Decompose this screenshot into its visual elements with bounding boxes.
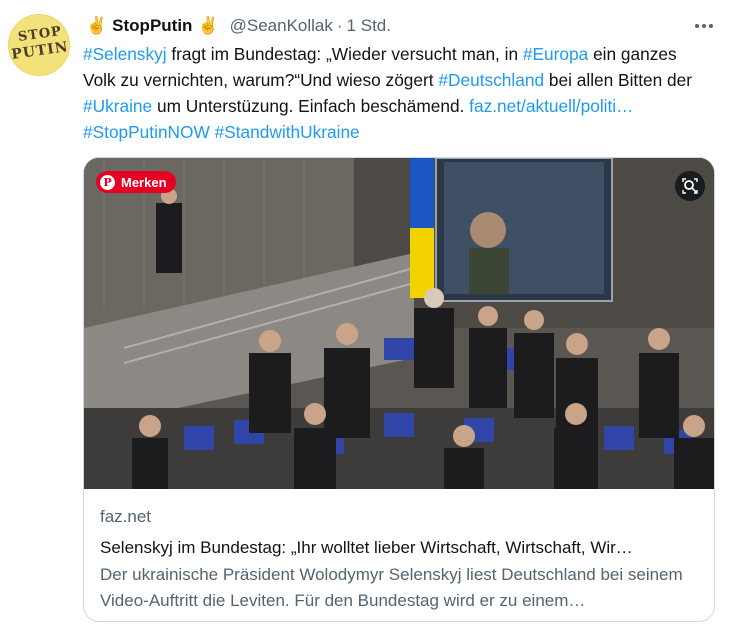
tweet-text-fragment: um Unterstüzung. Einfach beschämend. bbox=[152, 96, 470, 116]
merken-label: Merken bbox=[121, 174, 167, 190]
url-link[interactable]: faz.net/aktuell/politi… bbox=[469, 96, 633, 116]
tweet-text: #Selenskyj fragt im Bundestag: „Wieder v… bbox=[83, 41, 713, 145]
card-image[interactable]: P Merken bbox=[84, 158, 714, 489]
hashtag-link[interactable]: #StandwithUkraine bbox=[215, 122, 360, 142]
card-domain: faz.net bbox=[100, 507, 152, 526]
pinterest-icon: P bbox=[100, 174, 115, 190]
hashtag-link[interactable]: #StopPutinNOW bbox=[83, 122, 210, 142]
tweet-text-fragment: bei allen Bitten der bbox=[544, 70, 693, 90]
timestamp[interactable]: 1 Std. bbox=[347, 16, 391, 36]
card-body[interactable]: faz.net Selenskyj im Bundestag: „Ihr wol… bbox=[84, 490, 714, 621]
hashtag-link[interactable]: #Selenskyj bbox=[83, 44, 167, 64]
user-handle[interactable]: @SeanKollak bbox=[230, 16, 333, 36]
hashtag-link[interactable]: #Ukraine bbox=[83, 96, 152, 116]
pinterest-save-button[interactable]: P Merken bbox=[96, 171, 176, 193]
victory-hand-icon: ✌️ bbox=[86, 16, 108, 35]
card-title[interactable]: Selenskyj im Bundestag: „Ihr wolltet lie… bbox=[100, 536, 698, 560]
link-card[interactable]: P Merken faz.net Selenskyj im Bundestag:… bbox=[83, 157, 715, 622]
hashtag-link[interactable]: #Deutschland bbox=[438, 70, 544, 90]
card-description: Der ukrainische Präsident Wolodymyr Sele… bbox=[100, 565, 683, 610]
display-name[interactable]: StopPutin bbox=[112, 16, 192, 36]
visual-search-icon[interactable] bbox=[675, 171, 705, 201]
hashtag-link[interactable]: #Europa bbox=[523, 44, 588, 64]
avatar[interactable]: STOP PUTIN bbox=[8, 14, 70, 76]
tweet-text-fragment: fragt im Bundestag: „Wieder versucht man… bbox=[166, 44, 523, 64]
tweet-header: ✌️ StopPutin ✌️ @SeanKollak · 1 Std. bbox=[83, 14, 391, 38]
more-options-icon[interactable] bbox=[690, 14, 718, 38]
tweet[interactable]: STOP PUTIN ✌️ StopPutin ✌️ @SeanKollak ·… bbox=[0, 0, 734, 631]
separator: · bbox=[336, 16, 343, 35]
victory-hand-icon: ✌️ bbox=[197, 16, 219, 35]
